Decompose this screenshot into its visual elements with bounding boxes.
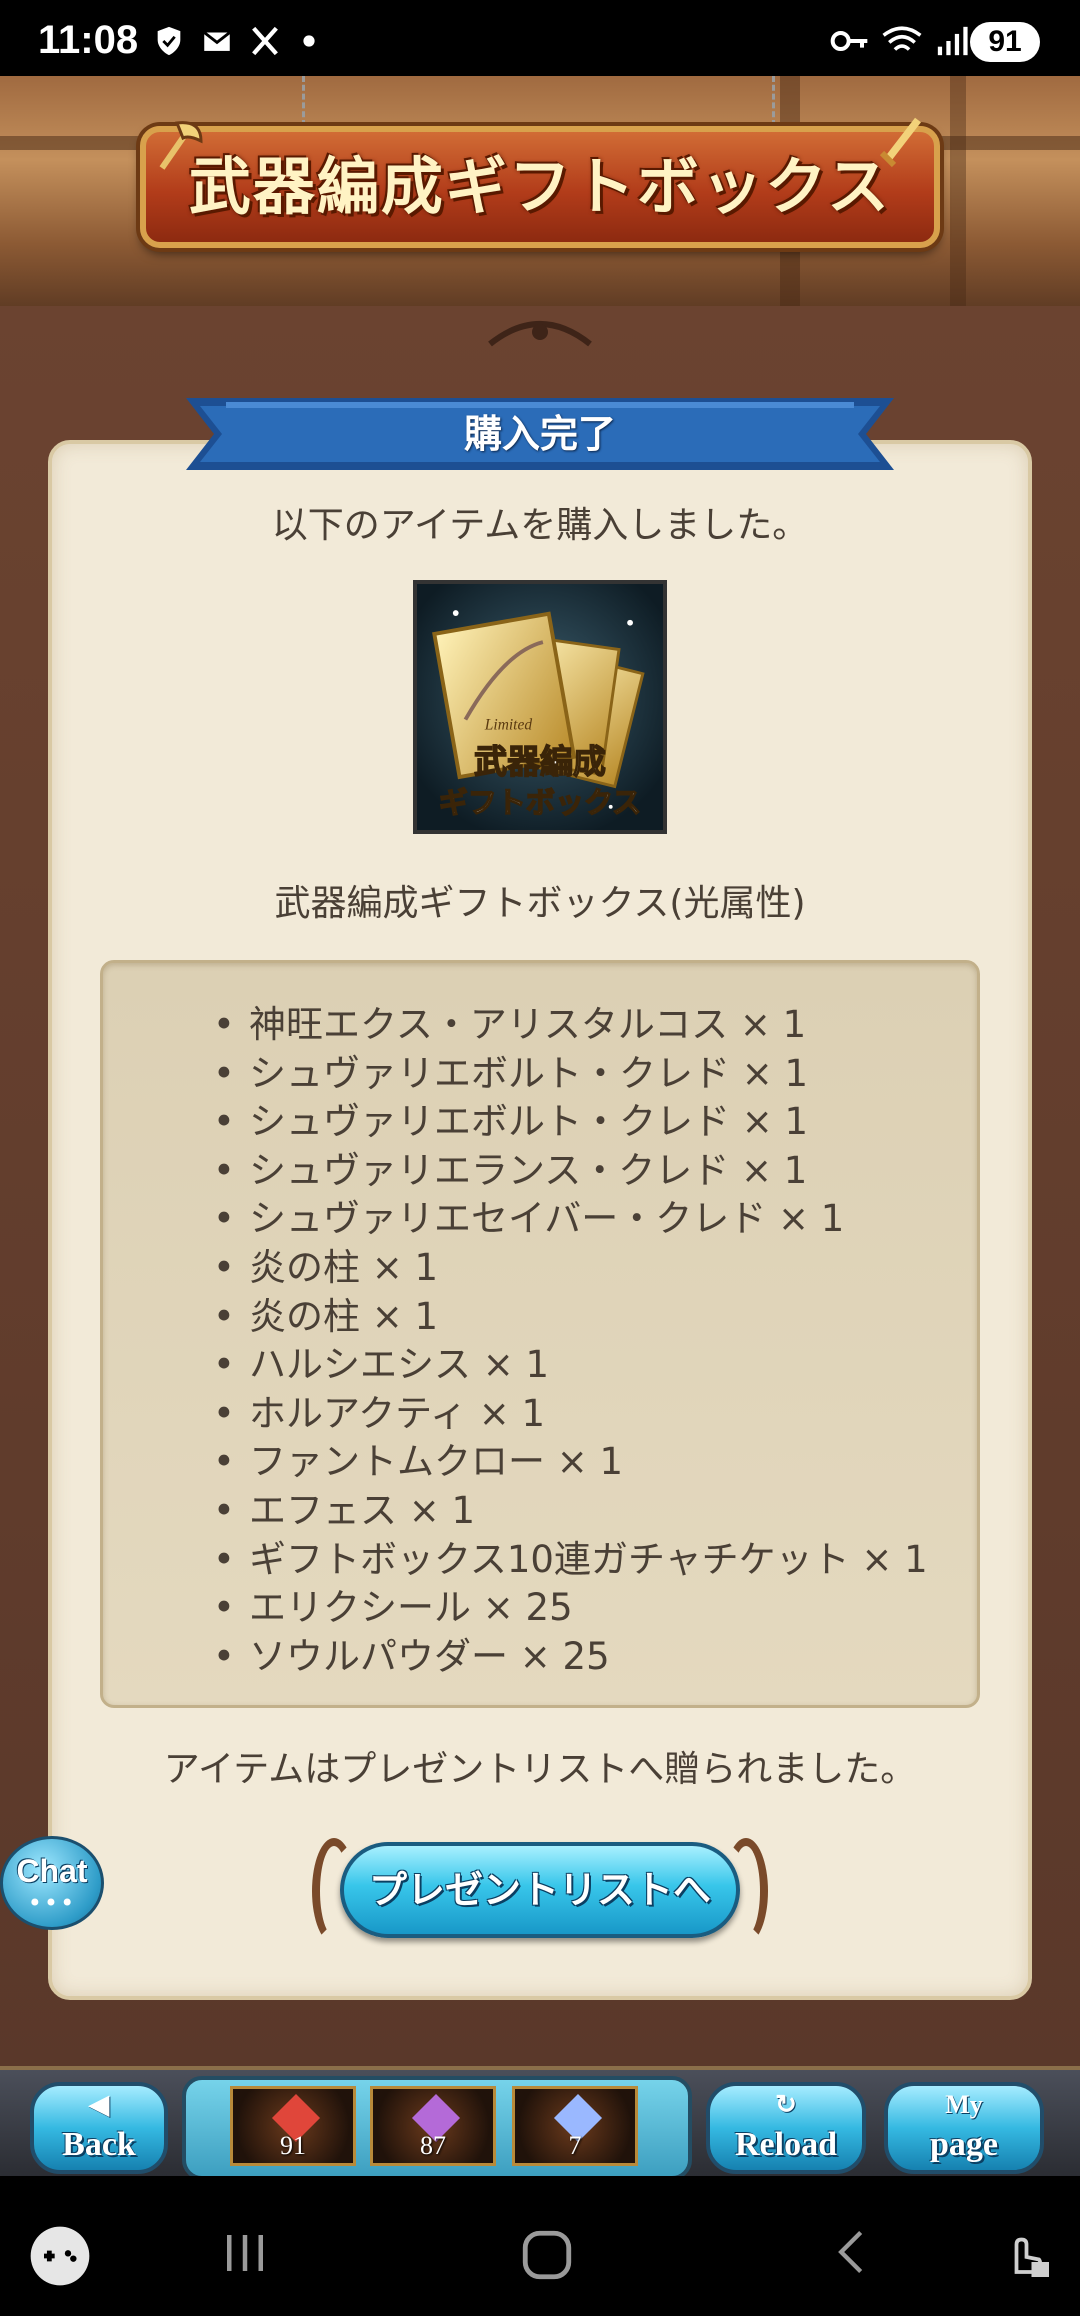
chat-button[interactable]: Chat ••• bbox=[0, 1836, 104, 1930]
resource-count: 87 bbox=[420, 2131, 446, 2160]
signal-icon bbox=[937, 26, 968, 56]
list-item: ギフトボックス10連ガチャチケット × 1 bbox=[213, 1536, 928, 1585]
notification-dot-icon bbox=[303, 35, 315, 47]
present-list-button-label[interactable]: プレゼントリストへ bbox=[340, 1842, 740, 1938]
list-item: エフェス × 1 bbox=[213, 1487, 928, 1536]
banner-title-plate: 武器編成ギフトボックス bbox=[140, 126, 940, 248]
mypage-button[interactable]: My page bbox=[884, 2082, 1044, 2174]
list-item: シュヴァリエセイバー・クレド × 1 bbox=[213, 1195, 928, 1244]
list-item: ファントムクロー × 1 bbox=[213, 1438, 928, 1487]
mail-icon bbox=[203, 31, 231, 51]
resource-count: 91 bbox=[280, 2131, 306, 2160]
resource-slot: 87 bbox=[370, 2086, 496, 2166]
item-caption-line1: 武器編成 bbox=[474, 742, 606, 781]
item-badge: Limited bbox=[484, 716, 533, 733]
wifi-icon bbox=[882, 26, 922, 51]
item-name: 武器編成ギフトボックス(光属性) bbox=[274, 883, 806, 924]
list-item: シュヴァリエボルト・クレド × 1 bbox=[213, 1098, 928, 1147]
frame-ornament-icon bbox=[488, 321, 592, 347]
battery-indicator: 91 bbox=[970, 22, 1040, 62]
gamepad-icon[interactable] bbox=[28, 2224, 92, 2288]
shield-icon bbox=[157, 26, 181, 56]
chat-label[interactable]: Chat bbox=[3, 1853, 101, 1890]
system-nav-bar bbox=[0, 2176, 1080, 2316]
back-label[interactable]: Back bbox=[34, 2126, 164, 2164]
dialog-title: 購入完了 bbox=[463, 412, 616, 456]
list-item: 炎の柱 × 1 bbox=[213, 1293, 928, 1342]
list-item: ソウルパウダー × 25 bbox=[213, 1633, 928, 1682]
resource-slot: 7 bbox=[512, 2086, 638, 2166]
home-icon[interactable] bbox=[518, 2226, 576, 2284]
list-item: ホルアクティ × 1 bbox=[213, 1390, 928, 1439]
list-item: エリクシール × 25 bbox=[213, 1584, 928, 1633]
gift-box-item-image: Limited 武器編成 ギフトボックス bbox=[413, 580, 667, 834]
contents-list-box: 神旺エクス・アリスタルコス × 1 シュヴァリエボルト・クレド × 1 シュヴァ… bbox=[100, 960, 980, 1708]
delivery-message: アイテムはプレゼントリストへ贈られました。 bbox=[163, 1749, 917, 1790]
back-button[interactable]: ◀ Back bbox=[30, 2082, 168, 2174]
banner-chain-right bbox=[772, 76, 784, 126]
game-viewport: 武器編成ギフトボックス 購入完了 以下のアイテムを購入しました。 Limited… bbox=[0, 76, 1080, 2176]
list-item: 炎の柱 × 1 bbox=[213, 1244, 928, 1293]
list-item: ハルシエシス × 1 bbox=[213, 1341, 928, 1390]
axe-icon bbox=[159, 121, 203, 170]
reload-icon: ↻ bbox=[775, 2090, 797, 2119]
contents-list: 神旺エクス・アリスタルコス × 1 シュヴァリエボルト・クレド × 1 シュヴァ… bbox=[213, 1001, 928, 1681]
banner-chain-left bbox=[302, 76, 314, 126]
page-title: 武器編成ギフトボックス bbox=[188, 150, 892, 223]
list-item: シュヴァリエランス・クレド × 1 bbox=[213, 1147, 928, 1196]
reload-label[interactable]: Reload bbox=[710, 2126, 862, 2164]
recent-apps-icon[interactable] bbox=[218, 2226, 272, 2280]
touch-lock-icon[interactable] bbox=[994, 2222, 1054, 2282]
chat-dots: ••• bbox=[27, 1889, 77, 1917]
reload-button[interactable]: ↻ Reload bbox=[706, 2082, 866, 2174]
mypage-label-bottom[interactable]: page bbox=[888, 2126, 1040, 2164]
back-arrow-icon: ◀ bbox=[89, 2090, 109, 2119]
status-time: 11:08 bbox=[38, 18, 139, 62]
key-icon bbox=[830, 31, 868, 51]
status-bar: 11:08 91 bbox=[0, 0, 1080, 76]
x-logo-icon bbox=[252, 26, 278, 56]
sword-icon bbox=[879, 117, 921, 168]
resource-slot: 91 bbox=[230, 2086, 356, 2166]
item-caption-line2: ギフトボックス bbox=[439, 786, 641, 820]
present-list-button[interactable]: プレゼントリストへ bbox=[312, 1832, 768, 1950]
mypage-label-top[interactable]: My bbox=[888, 2090, 1040, 2120]
list-item: 神旺エクス・アリスタルコス × 1 bbox=[213, 1001, 928, 1050]
purchase-message: 以下のアイテムを購入しました。 bbox=[271, 505, 809, 546]
resource-count: 7 bbox=[568, 2131, 582, 2160]
back-nav-icon[interactable] bbox=[826, 2226, 878, 2278]
list-item: シュヴァリエボルト・クレド × 1 bbox=[213, 1050, 928, 1099]
